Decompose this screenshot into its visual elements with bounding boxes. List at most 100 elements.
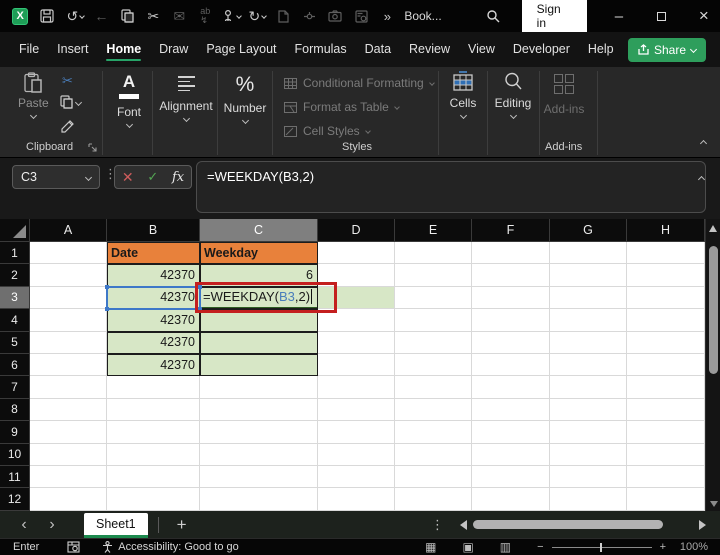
cell[interactable] <box>550 421 627 444</box>
cell[interactable] <box>395 421 472 444</box>
cell[interactable] <box>550 242 627 265</box>
cell-styles-button[interactable]: Cell Styles <box>284 124 371 138</box>
scroll-right-icon[interactable] <box>699 519 706 530</box>
cell[interactable] <box>550 331 627 354</box>
cell[interactable] <box>318 309 395 332</box>
horizontal-scrollbar-thumb[interactable] <box>473 520 663 529</box>
normal-view-icon[interactable]: ▦ <box>425 540 436 554</box>
cell[interactable] <box>472 309 550 332</box>
column-header-c[interactable]: C <box>200 219 318 242</box>
scroll-up-icon[interactable] <box>709 225 717 232</box>
cell[interactable] <box>318 353 395 377</box>
column-header-g[interactable]: G <box>550 219 627 242</box>
cell[interactable] <box>318 465 395 489</box>
sign-in-button[interactable]: Sign in <box>521 0 587 34</box>
column-header-b[interactable]: B <box>107 219 200 242</box>
copy-button[interactable] <box>60 95 83 109</box>
tab-draw[interactable]: Draw <box>150 34 197 65</box>
row-header-5[interactable]: 5 <box>0 331 30 354</box>
row-header-6[interactable]: 6 <box>0 353 30 377</box>
page-break-view-icon[interactable]: ▥ <box>500 540 511 554</box>
row-header-8[interactable]: 8 <box>0 398 30 422</box>
column-header-a[interactable]: A <box>30 219 107 242</box>
cell[interactable] <box>318 443 395 466</box>
cell[interactable] <box>30 443 107 466</box>
clipboard-dialog-launcher[interactable] <box>88 143 97 152</box>
cell[interactable] <box>395 353 472 377</box>
cell[interactable] <box>472 353 550 377</box>
insert-function-icon[interactable]: fx <box>172 170 184 185</box>
cells-group-button[interactable]: Cells <box>441 71 485 120</box>
cell-c5[interactable] <box>200 331 318 354</box>
tab-view[interactable]: View <box>459 34 504 65</box>
conditional-formatting-button[interactable]: Conditional Formatting <box>284 76 435 90</box>
cell[interactable] <box>395 398 472 422</box>
cell[interactable] <box>107 488 200 511</box>
name-box[interactable]: C3 <box>12 165 100 189</box>
cell[interactable] <box>472 488 550 511</box>
cell[interactable] <box>550 309 627 332</box>
cancel-icon[interactable]: ✕ <box>122 169 134 186</box>
cell[interactable] <box>107 398 200 422</box>
collapse-ribbon-icon[interactable] <box>699 135 708 149</box>
row-header-11[interactable]: 11 <box>0 465 30 489</box>
row-header-10[interactable]: 10 <box>0 443 30 466</box>
cell-c3-formula-edit[interactable]: =WEEKDAY(B3,2) <box>200 286 318 310</box>
cell[interactable] <box>627 376 705 399</box>
vertical-scrollbar-thumb[interactable] <box>709 246 718 374</box>
cell[interactable] <box>472 286 550 310</box>
tab-insert[interactable]: Insert <box>48 34 97 65</box>
vertical-scrollbar[interactable] <box>705 219 720 511</box>
cell-b2[interactable]: 42370 <box>107 264 200 287</box>
tab-review[interactable]: Review <box>400 34 459 65</box>
copy-icon[interactable] <box>116 3 138 29</box>
next-sheet-icon[interactable]: › <box>38 516 66 533</box>
format-painter-button[interactable] <box>60 119 75 134</box>
cell[interactable] <box>30 488 107 511</box>
zoom-in-icon[interactable]: + <box>660 541 666 553</box>
row-header-7[interactable]: 7 <box>0 376 30 399</box>
row-header-9[interactable]: 9 <box>0 421 30 444</box>
cell[interactable] <box>627 353 705 377</box>
row-header-2[interactable]: 2 <box>0 264 30 287</box>
add-sheet-button[interactable]: + <box>169 515 195 535</box>
cell[interactable] <box>395 331 472 354</box>
cell-c2[interactable]: 6 <box>200 264 318 287</box>
cell[interactable] <box>200 376 318 399</box>
enter-icon[interactable]: ✓ <box>147 169 158 185</box>
row-header-12[interactable]: 12 <box>0 488 30 511</box>
cell[interactable] <box>627 309 705 332</box>
cell[interactable] <box>472 443 550 466</box>
cell[interactable] <box>550 264 627 287</box>
cell[interactable] <box>627 286 705 310</box>
cell[interactable] <box>30 353 107 377</box>
row-header-3[interactable]: 3 <box>0 286 30 310</box>
cell[interactable] <box>627 264 705 287</box>
close-button[interactable]: × <box>688 0 720 32</box>
name-box-chevron-icon[interactable] <box>84 173 93 181</box>
tab-page-layout[interactable]: Page Layout <box>197 34 285 65</box>
cell[interactable] <box>472 421 550 444</box>
cell[interactable] <box>472 398 550 422</box>
cell-b3[interactable]: 42370 <box>107 286 200 310</box>
cell[interactable] <box>200 488 318 511</box>
cell-b6[interactable]: 42370 <box>107 353 200 377</box>
tab-help[interactable]: Help <box>579 34 623 65</box>
formula-bar-collapse-icon[interactable] <box>697 171 706 185</box>
column-header-d[interactable]: D <box>318 219 395 242</box>
select-all-corner[interactable] <box>0 219 30 242</box>
accessibility-status[interactable]: Accessibility: Good to go <box>102 541 239 553</box>
cell[interactable] <box>550 465 627 489</box>
cell[interactable] <box>472 242 550 265</box>
paste-button[interactable]: Paste <box>18 72 49 120</box>
cell[interactable] <box>107 443 200 466</box>
cell[interactable] <box>107 421 200 444</box>
cell[interactable] <box>395 309 472 332</box>
alignment-group-button[interactable]: Alignment <box>156 71 216 123</box>
cell[interactable] <box>107 376 200 399</box>
formula-input[interactable]: =WEEKDAY(B3,2) <box>196 161 706 213</box>
cell[interactable] <box>30 286 107 310</box>
tab-developer[interactable]: Developer <box>504 34 579 65</box>
cell[interactable] <box>472 331 550 354</box>
tab-data[interactable]: Data <box>356 34 400 65</box>
